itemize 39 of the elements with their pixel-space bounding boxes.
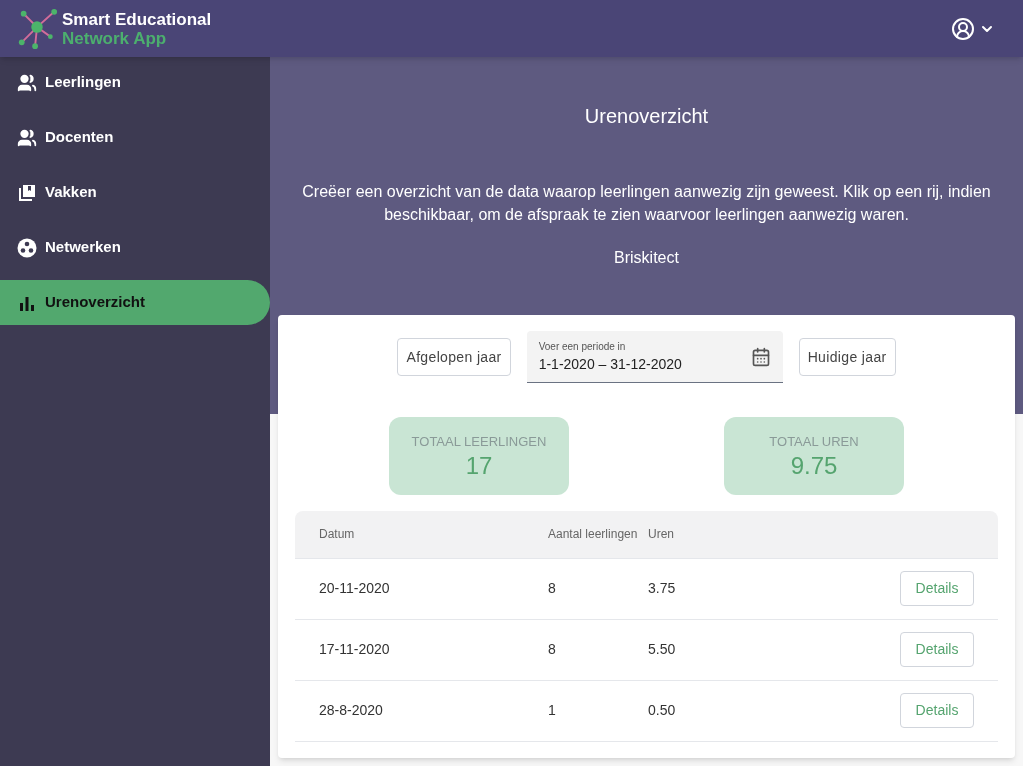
- total-value: 17: [465, 451, 493, 480]
- table-cell: 0.50: [648, 680, 725, 741]
- total-label: TOTAAL LEERLINGEN: [411, 433, 547, 452]
- column-header: Uren: [648, 511, 725, 558]
- calendar-icon[interactable]: [750, 346, 771, 367]
- table-cell: 1: [548, 680, 648, 741]
- period-field-value: 1-1-2020 – 31-12-2020: [538, 354, 682, 374]
- account-icon: [951, 16, 975, 41]
- books-icon: [17, 182, 37, 203]
- people-icon: [17, 72, 37, 93]
- column-header: Aantal leerlingen: [548, 511, 648, 558]
- total-value: 9.75: [790, 451, 838, 480]
- total-label: TOTAAL UREN: [769, 433, 859, 452]
- app-subtitle: Network App: [62, 28, 168, 48]
- account-menu-button[interactable]: [951, 16, 995, 41]
- sidebar-item[interactable]: Leerlingen: [0, 60, 270, 105]
- period-field-label: Voer een periode in: [538, 339, 627, 354]
- sidebar-item[interactable]: Docenten: [0, 115, 270, 160]
- table-cell: 17-11-2020: [295, 619, 548, 680]
- table-cell: 28-8-2020: [295, 680, 548, 741]
- app-title: Smart Educational: [62, 9, 212, 29]
- table-cell: 20-11-2020: [295, 558, 548, 619]
- sidebar-item[interactable]: Vakken: [0, 170, 270, 215]
- page-description: Creëer een overzicht van de data waarop leerlingen aanwezig zijn geweest. Klik op een rij, indien beschikbaar, om de afspraak te zien waarvoor leerlingen aanwezig waren.: [301, 182, 992, 225]
- organisation-name: Briskitect: [614, 248, 679, 268]
- current-year-button[interactable]: Huidige jaar: [798, 338, 896, 376]
- period-field[interactable]: Voer een periode in 1-1-2020 – 31-12-2020: [526, 331, 783, 383]
- network-logo-icon: [16, 7, 58, 50]
- sidebar-item[interactable]: Urenoverzicht: [0, 280, 270, 325]
- table-cell: 3.75: [648, 558, 725, 619]
- sidebar-item[interactable]: Netwerken: [0, 225, 270, 270]
- people-icon: [17, 127, 37, 148]
- table-cell: 5.50: [648, 619, 725, 680]
- dots-circle-icon: [17, 237, 37, 258]
- table-cell: 8: [548, 558, 648, 619]
- column-header: Datum: [295, 511, 548, 558]
- table-cell: 8: [548, 619, 648, 680]
- page-title: Urenoverzicht: [584, 104, 709, 129]
- previous-year-button[interactable]: Afgelopen jaar: [397, 338, 511, 376]
